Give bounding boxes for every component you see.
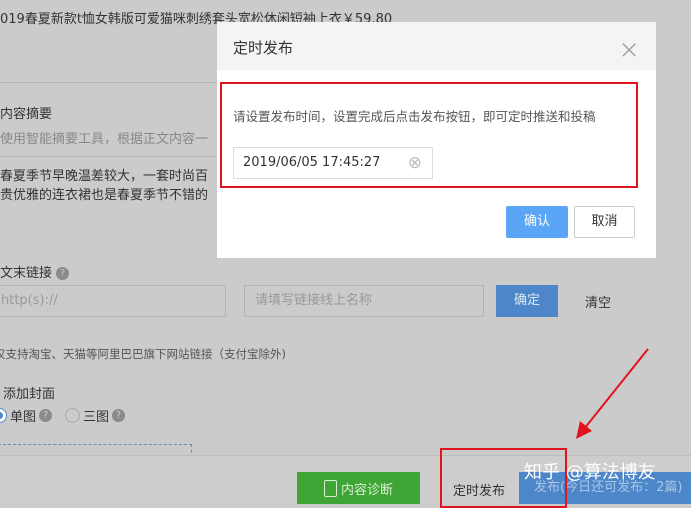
end-link-text: 文末链接 bbox=[0, 266, 53, 281]
ok-button[interactable]: 确认 bbox=[506, 206, 568, 238]
clear-link-button[interactable]: 清空 bbox=[585, 292, 611, 311]
link-note: 仅支持淘宝、天猫等阿里巴巴旗下网站链接（支付宝除外) bbox=[0, 347, 286, 361]
help-icon[interactable]: ? bbox=[112, 409, 126, 422]
end-link-label: 文末链接 ? bbox=[0, 262, 70, 281]
cover-options: 单图? 三图? bbox=[0, 406, 126, 425]
annotation-box bbox=[440, 448, 567, 508]
summary-text-line[interactable]: 春夏季节早晚温差较大，一套时尚百 bbox=[0, 165, 208, 184]
dialog-header: 定时发布 × bbox=[217, 22, 656, 70]
cover-label: 添加封面 bbox=[3, 387, 56, 402]
divider bbox=[0, 82, 230, 83]
summary-label: 内容摘要 bbox=[0, 107, 53, 122]
annotation-box bbox=[220, 82, 638, 188]
url-input[interactable]: http(s):// bbox=[0, 285, 226, 317]
divider bbox=[0, 156, 230, 157]
cancel-button[interactable]: 取消 bbox=[574, 206, 635, 238]
schedule-dialog: 定时发布 × 请设置发布时间，设置完成后点击发布按钮，即可定时推送和投稿 201… bbox=[217, 22, 656, 258]
cover-single-label[interactable]: 单图 bbox=[10, 406, 36, 425]
confirm-link-button[interactable]: 确定 bbox=[496, 285, 558, 317]
annotation-arrow bbox=[576, 348, 649, 439]
help-icon[interactable]: ? bbox=[56, 267, 70, 280]
help-icon[interactable]: ? bbox=[39, 409, 53, 422]
document-search-icon bbox=[323, 479, 337, 497]
content-diagnose-button[interactable]: 内容诊断 bbox=[297, 472, 420, 504]
dialog-title: 定时发布 bbox=[233, 39, 294, 57]
link-name-input[interactable]: 请填写链接线上名称 bbox=[244, 285, 484, 317]
diagnose-label: 内容诊断 bbox=[340, 482, 393, 498]
summary-hint: 使用智能摘要工具，根据正文内容一 bbox=[0, 132, 209, 147]
cover-triple-label[interactable]: 三图 bbox=[83, 406, 109, 425]
radio-single-selected[interactable] bbox=[0, 408, 7, 423]
close-icon[interactable]: × bbox=[618, 22, 640, 78]
radio-triple[interactable] bbox=[65, 408, 81, 423]
summary-text-line[interactable]: 贵优雅的连衣裙也是春夏季节不错的 bbox=[0, 184, 208, 203]
